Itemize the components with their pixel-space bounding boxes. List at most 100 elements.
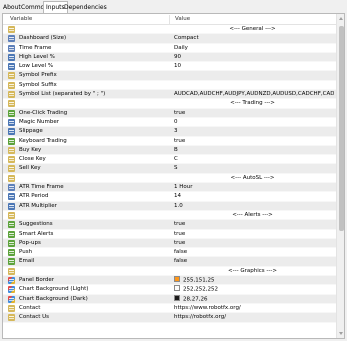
table-row[interactable]: Pop-ups true	[3, 238, 336, 249]
number-type-icon	[8, 193, 15, 201]
variable-value[interactable]: 10	[174, 62, 334, 71]
value-text: 3	[174, 128, 178, 135]
value-text: S	[174, 165, 178, 172]
number-type-icon	[8, 128, 15, 136]
variable-value[interactable]: true	[174, 220, 334, 229]
table-row[interactable]: Time Frame Daily	[3, 44, 336, 53]
boolean-type-icon	[8, 221, 15, 229]
variable-value[interactable]: 252,252,252	[174, 285, 334, 295]
variable-value[interactable]: true	[174, 109, 334, 118]
value-text: C	[174, 156, 178, 163]
table-row[interactable]: Slippage 3	[3, 127, 336, 137]
table-row[interactable]: Symbol Suffix	[3, 81, 336, 91]
variable-value[interactable]: https://www.robotfx.org/	[174, 304, 334, 313]
number-type-icon	[8, 118, 15, 126]
table-row[interactable]: Chart Background (Light) 252,252,252	[3, 285, 336, 295]
variable-value[interactable]: Compact	[174, 34, 334, 43]
variable-name: Keyboard Trading	[19, 137, 67, 144]
variable-value[interactable]: B	[174, 146, 334, 155]
table-row[interactable]: Close Key C	[3, 155, 336, 165]
variable-value[interactable]: AUDCAD,AUDCHF,AUDJPY,AUDNZD,AUDUSD,CADCH…	[174, 90, 334, 99]
table-row[interactable]: Sell Key S	[3, 164, 336, 174]
scroll-down-arrow-icon[interactable]	[339, 332, 343, 335]
section-header-row[interactable]: <--- AutoSL --->	[3, 174, 336, 184]
variable-name: Suggestions	[19, 221, 53, 228]
variable-name: ATR Period	[19, 193, 49, 200]
table-row[interactable]: Push false	[3, 248, 336, 258]
variable-value[interactable]: 255,151,25	[174, 276, 334, 286]
table-row[interactable]: ATR Multiplier 1.0	[3, 201, 336, 211]
variable-name: Smart Alerts	[19, 230, 54, 237]
color-swatch[interactable]	[174, 294, 180, 301]
variable-value[interactable]: Daily	[174, 44, 334, 53]
table-row[interactable]: Magic Number 0	[3, 118, 336, 128]
variable-value[interactable]: 1 Hour	[174, 183, 334, 192]
table-row[interactable]: Contact https://www.robotfx.org/	[3, 304, 336, 314]
section-header-row[interactable]: <--- Graphics --->	[3, 267, 336, 277]
number-type-icon	[8, 63, 15, 71]
variable-name: Symbol Prefix	[19, 72, 57, 79]
column-header-variable[interactable]: Variable	[5, 14, 32, 24]
table-row[interactable]: Chart Background (Dark) 28,27,26	[3, 294, 336, 305]
text-type-icon	[8, 267, 15, 275]
table-row[interactable]: Dashboard (Size) Compact	[3, 34, 336, 44]
text-type-icon	[8, 174, 15, 182]
table-row[interactable]: One-Click Trading true	[3, 108, 336, 118]
color-swatch[interactable]	[174, 285, 180, 292]
table-row[interactable]: Keyboard Trading true	[3, 137, 336, 146]
text-type-icon	[8, 314, 15, 322]
table-row[interactable]: High Level % 90	[3, 52, 336, 63]
variable-value[interactable]: true	[174, 239, 334, 248]
table-row[interactable]: Panel Border 255,151,25	[3, 276, 336, 286]
table-header: Variable Value	[3, 14, 336, 25]
value-text: 90	[174, 53, 181, 60]
value-text: Daily	[174, 44, 188, 51]
variable-value[interactable]: 3	[174, 127, 334, 136]
section-header-row[interactable]: <--- Alerts --->	[3, 211, 336, 221]
text-type-icon	[8, 100, 15, 108]
scroll-up-arrow-icon[interactable]	[339, 17, 343, 20]
variable-value[interactable]: 28,27,26	[174, 294, 334, 305]
table-row[interactable]: Symbol List (separated by " ; ") AUDCAD,A…	[3, 90, 336, 100]
vertical-scrollbar[interactable]	[336, 14, 344, 338]
variable-value[interactable]: false	[174, 257, 334, 266]
table-row[interactable]: Suggestions true	[3, 220, 336, 230]
variable-name: Panel Border	[19, 277, 55, 284]
variable-value[interactable]: C	[174, 155, 334, 164]
variable-value[interactable]: true	[174, 230, 334, 239]
text-type-icon	[8, 91, 15, 99]
variable-value[interactable]: false	[174, 248, 334, 257]
variable-value[interactable]: 14	[174, 192, 334, 201]
variable-value[interactable]: https://robotfx.org/	[174, 313, 334, 322]
variable-name: Symbol List (separated by " ; ")	[19, 91, 106, 98]
scrollbar-thumb[interactable]	[339, 26, 344, 231]
variable-value[interactable]: S	[174, 164, 334, 173]
tab-dependencies[interactable]: Dependencies	[62, 2, 109, 13]
variable-value[interactable]: 0	[174, 118, 334, 127]
variable-value[interactable]: 90	[174, 53, 334, 62]
tab-bar: About Common Inputs Dependencies	[0, 0, 347, 13]
table-row[interactable]: Email false	[3, 257, 336, 267]
variable-name: Contact Us	[19, 314, 50, 321]
table-row[interactable]: Buy Key B	[3, 145, 336, 156]
section-label: <--- Trading --->	[169, 99, 336, 108]
table-row[interactable]: ATR Period 14	[3, 192, 336, 202]
section-header-row[interactable]: <--- General --->	[3, 25, 336, 35]
table-row[interactable]: Contact Us https://robotfx.org/	[3, 313, 336, 323]
table-row[interactable]: Smart Alerts true	[3, 230, 336, 239]
variable-value[interactable]: true	[174, 137, 334, 146]
text-type-icon	[8, 165, 15, 173]
column-header-value[interactable]: Value	[170, 14, 190, 24]
table-row[interactable]: Low Level % 10	[3, 62, 336, 72]
variable-name: High Level %	[19, 53, 55, 60]
color-swatch[interactable]	[174, 276, 180, 283]
inputs-panel: Variable Value <--- General ---> Dashboar…	[2, 13, 345, 339]
value-text: 255,151,25	[183, 277, 215, 284]
variable-value[interactable]: 1.0	[174, 202, 334, 211]
variable-name: Contact	[19, 304, 41, 311]
table-row[interactable]: Symbol Prefix	[3, 71, 336, 81]
section-header-row[interactable]: <--- Trading --->	[3, 99, 336, 109]
value-text: Compact	[174, 35, 199, 42]
table-row[interactable]: ATR Time Frame 1 Hour	[3, 183, 336, 193]
variable-name: ATR Time Frame	[19, 184, 64, 191]
